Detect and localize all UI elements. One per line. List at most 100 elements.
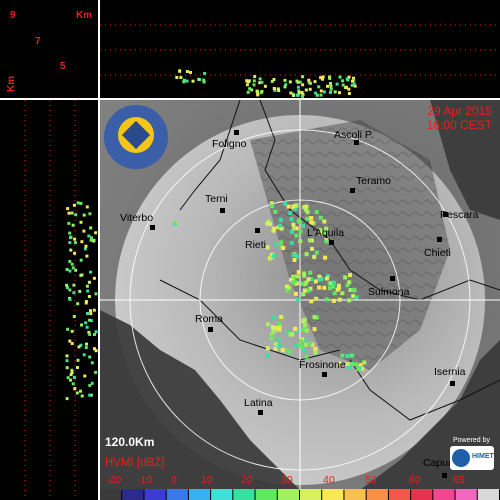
city-marker	[390, 276, 395, 281]
radar-echo	[291, 252, 296, 257]
radar-echo	[88, 355, 92, 359]
radar-echo	[79, 389, 82, 393]
axis-unit-top: Km	[76, 10, 93, 21]
city-label-sulmona: Sulmona	[368, 286, 410, 298]
radar-echo	[80, 323, 84, 327]
radar-echo	[265, 354, 270, 359]
radar-echo	[69, 248, 73, 252]
radar-echo	[332, 291, 337, 296]
radar-echo	[68, 260, 72, 263]
radar-echo	[88, 383, 92, 387]
radar-echo	[274, 242, 279, 247]
radar-echo	[314, 250, 319, 255]
axis-number: 9	[10, 10, 16, 21]
radar-echo	[291, 222, 296, 227]
radar-echo	[68, 339, 72, 343]
radar-echo	[277, 321, 282, 326]
radar-echo	[179, 76, 183, 79]
radar-echo	[80, 394, 84, 398]
radar-echo	[293, 326, 298, 331]
radar-echo	[301, 327, 306, 332]
radar-echo	[310, 246, 314, 251]
radar-echo	[271, 315, 276, 320]
color-swatch	[144, 489, 166, 500]
radar-echo	[67, 211, 71, 215]
radar-echo	[277, 223, 282, 228]
radar-echo	[324, 297, 329, 302]
radar-echo	[281, 246, 286, 250]
radar-echo	[306, 277, 311, 282]
radar-echo	[300, 281, 305, 286]
radar-echo	[69, 373, 73, 377]
radar-echo	[301, 75, 305, 79]
radar-echo	[94, 231, 98, 235]
radar-echo	[304, 252, 309, 257]
radar-echo	[340, 291, 345, 296]
color-scale-bar	[100, 489, 499, 500]
radar-echo	[203, 72, 207, 75]
radar-echo	[83, 374, 87, 378]
radar-echo	[65, 366, 69, 370]
radar-echo	[65, 283, 69, 287]
radar-echo	[340, 353, 345, 358]
radar-echo	[286, 204, 291, 209]
radar-echo	[345, 77, 349, 81]
radar-echo	[80, 240, 84, 244]
city-label-chieti: Chieti	[424, 247, 451, 259]
radar-echo	[66, 207, 70, 211]
radar-echo	[345, 354, 350, 359]
radar-echo	[72, 203, 76, 207]
radar-echo	[308, 341, 313, 346]
radar-echo	[329, 90, 332, 94]
radar-echo	[90, 361, 94, 365]
radar-echo	[298, 239, 303, 244]
date-label: 29 Apr 2015	[427, 104, 492, 118]
radar-echo	[258, 77, 262, 81]
color-swatch	[433, 489, 455, 500]
radar-echo	[302, 317, 307, 322]
radar-echo	[351, 287, 356, 292]
radar-echo	[70, 211, 74, 215]
radar-echo	[271, 228, 276, 233]
radar-echo	[296, 218, 301, 223]
city-label-pescara: Pescara	[440, 209, 479, 221]
radar-echo	[250, 88, 254, 92]
radar-echo	[322, 219, 327, 224]
radar-echo	[76, 201, 80, 205]
radar-echo	[252, 83, 256, 87]
radar-echo	[314, 210, 319, 215]
radar-echo	[289, 240, 294, 245]
radar-echo	[66, 376, 70, 380]
radar-echo	[273, 209, 278, 214]
radar-map: 29 Apr 2015 16:00 CEST Foligno Ascoli P.…	[100, 100, 500, 490]
radar-echo	[87, 295, 91, 298]
city-label-ascoli: Ascoli P.	[334, 129, 374, 141]
radar-echo	[321, 75, 325, 79]
radar-echo	[299, 338, 304, 343]
radar-echo	[347, 280, 352, 285]
color-swatch	[211, 489, 233, 500]
radar-echo	[288, 80, 292, 84]
radar-echo	[296, 270, 301, 275]
radar-echo	[85, 254, 89, 258]
radar-echo	[263, 84, 267, 88]
radar-echo	[268, 222, 273, 227]
radar-echo	[329, 87, 333, 91]
color-swatch	[166, 489, 188, 500]
radar-echo	[322, 285, 327, 290]
radar-echo	[76, 302, 80, 306]
color-swatch	[322, 489, 344, 500]
radar-echo	[294, 233, 299, 238]
radar-echo	[65, 359, 69, 363]
radar-echo	[182, 80, 186, 84]
radar-echo	[85, 342, 88, 346]
radar-echo	[308, 270, 313, 275]
radar-echo	[351, 79, 354, 83]
radar-echo	[65, 268, 69, 271]
radar-echo	[304, 342, 308, 347]
radar-echo	[292, 226, 296, 231]
radar-echo	[78, 289, 82, 293]
radar-echo	[197, 77, 201, 81]
radar-echo	[301, 292, 306, 297]
radar-echo	[338, 75, 342, 79]
